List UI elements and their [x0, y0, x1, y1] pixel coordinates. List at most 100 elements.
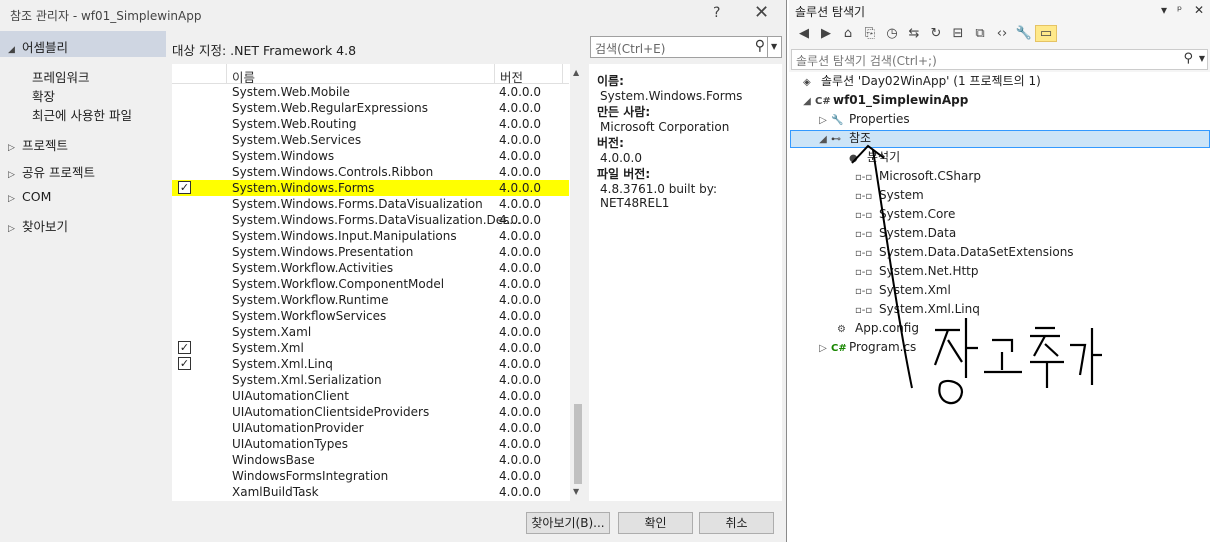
tree-solution-label: 솔루션 'Day02WinApp' (1 프로젝트의 1)	[821, 74, 1041, 88]
table-row[interactable]: System.Web.Mobile 4.0.0.0	[172, 84, 569, 100]
tree-solution[interactable]: ◈ 솔루션 'Day02WinApp' (1 프로젝트의 1)	[803, 72, 1041, 91]
tree-project[interactable]: ◢ C# wf01_SimplewinApp	[799, 91, 968, 110]
row-version: 4.0.0.0	[499, 469, 541, 483]
collapse-triangle-icon[interactable]: ◢	[815, 130, 831, 149]
nav-framework[interactable]: 프레임워크	[32, 67, 90, 86]
nav-com[interactable]: ▷ COM	[8, 189, 51, 204]
table-row[interactable]: WindowsBase 4.0.0.0	[172, 452, 569, 468]
tree-reference-item[interactable]: ▫-▫ System.Data.DataSetExtensions	[855, 243, 1074, 262]
tree-references[interactable]: ◢ ⊷ 참조	[815, 129, 871, 148]
table-row[interactable]: UIAutomationClient 4.0.0.0	[172, 388, 569, 404]
table-row[interactable]: ✓ System.Windows.Forms 4.0.0.0	[172, 180, 569, 196]
preview-selected-icon[interactable]: ▭	[1035, 25, 1057, 42]
refresh-icon[interactable]: ↻	[925, 26, 947, 41]
tree-project-label: wf01_SimplewinApp	[833, 93, 969, 107]
tree-properties-label: Properties	[849, 112, 910, 126]
tree-program-cs[interactable]: ▷ C# Program.cs	[815, 338, 916, 357]
chevron-down-icon[interactable]: ▾	[1161, 3, 1167, 17]
tree-reference-item[interactable]: ▫-▫ System	[855, 186, 924, 205]
table-row[interactable]: ✓ System.Xml 4.0.0.0	[172, 340, 569, 356]
table-row[interactable]: System.Windows 4.0.0.0	[172, 148, 569, 164]
close-icon[interactable]: ✕	[754, 2, 769, 23]
row-name: UIAutomationTypes	[232, 437, 349, 451]
code-view-icon[interactable]: ‹›	[991, 26, 1013, 41]
tree-reference-item[interactable]: ▫-▫ System.Xml	[855, 281, 951, 300]
solution-search-input[interactable]: 솔루션 탐색기 검색(Ctrl+;) ⚲ ▼	[791, 49, 1208, 70]
tree-reference-item[interactable]: ▫-▫ System.Core	[855, 205, 955, 224]
help-icon[interactable]: ?	[713, 5, 720, 21]
tree-properties[interactable]: ▷ 🔧 Properties	[815, 110, 910, 129]
pin-icon[interactable]: ᵖ	[1177, 3, 1182, 17]
tree-reference-item[interactable]: ▫-▫ System.Net.Http	[855, 262, 979, 281]
history-icon[interactable]: ◷	[881, 26, 903, 41]
scroll-down-icon[interactable]: ▼	[573, 487, 579, 496]
forward-icon[interactable]: ▶	[815, 26, 837, 41]
analyzer-icon: ●	[849, 153, 858, 164]
table-row[interactable]: System.Workflow.Activities 4.0.0.0	[172, 260, 569, 276]
tree-reference-item[interactable]: ▫-▫ System.Data	[855, 224, 956, 243]
row-checkbox[interactable]: ✓	[178, 357, 191, 370]
search-icon[interactable]: ⚲	[755, 38, 765, 54]
switch-views-icon[interactable]: ⎘	[859, 26, 881, 41]
solution-explorer-toolbar: ◀ ▶ ⌂ ⎘ ◷ ⇆ ↻ ⊟ ⧉ ‹› 🔧 ▭	[789, 22, 1210, 48]
scroll-thumb[interactable]	[574, 404, 582, 484]
table-row[interactable]: System.Web.RegularExpressions 4.0.0.0	[172, 100, 569, 116]
table-row[interactable]: System.Xaml 4.0.0.0	[172, 324, 569, 340]
row-version: 4.0.0.0	[499, 373, 541, 387]
row-version: 4.0.0.0	[499, 245, 541, 259]
table-row[interactable]: System.Web.Routing 4.0.0.0	[172, 116, 569, 132]
nav-projects[interactable]: ▷ 프로젝트	[8, 135, 68, 154]
table-row[interactable]: System.Xml.Serialization 4.0.0.0	[172, 372, 569, 388]
nav-browse[interactable]: ▷ 찾아보기	[8, 216, 68, 235]
table-row[interactable]: System.Windows.Forms.DataVisualization 4.…	[172, 196, 569, 212]
row-version: 4.0.0.0	[499, 309, 541, 323]
collapse-all-icon[interactable]: ⊟	[947, 26, 969, 41]
row-version: 4.0.0.0	[499, 405, 541, 419]
close-icon[interactable]: ✕	[1194, 3, 1204, 17]
table-row[interactable]: System.Web.Services 4.0.0.0	[172, 132, 569, 148]
table-row[interactable]: UIAutomationTypes 4.0.0.0	[172, 436, 569, 452]
table-row[interactable]: UIAutomationClientsideProviders 4.0.0.0	[172, 404, 569, 420]
vertical-scrollbar[interactable]: ▲ ▼	[570, 64, 585, 501]
reference-icon: ▫-▫	[855, 286, 873, 297]
ok-button[interactable]: 확인	[618, 512, 693, 534]
table-row[interactable]: System.Workflow.ComponentModel 4.0.0.0	[172, 276, 569, 292]
browse-button[interactable]: 찾아보기(B)...	[526, 512, 610, 534]
nav-recent[interactable]: 최근에 사용한 파일	[32, 105, 132, 124]
table-row[interactable]: System.WorkflowServices 4.0.0.0	[172, 308, 569, 324]
table-row[interactable]: System.Windows.Controls.Ribbon 4.0.0.0	[172, 164, 569, 180]
expand-triangle-icon[interactable]: ▷	[815, 339, 831, 358]
table-row[interactable]: ✓ System.Xml.Linq 4.0.0.0	[172, 356, 569, 372]
table-row[interactable]: System.Windows.Input.Manipulations 4.0.0.…	[172, 228, 569, 244]
table-row[interactable]: UIAutomationProvider 4.0.0.0	[172, 420, 569, 436]
table-row[interactable]: WindowsFormsIntegration 4.0.0.0	[172, 468, 569, 484]
tree-reference-item[interactable]: ▫-▫ System.Xml.Linq	[855, 300, 980, 319]
cancel-button[interactable]: 취소	[699, 512, 774, 534]
row-checkbox[interactable]: ✓	[178, 341, 191, 354]
table-row[interactable]: XamlBuildTask 4.0.0.0	[172, 484, 569, 500]
back-icon[interactable]: ◀	[793, 26, 815, 41]
collapse-triangle-icon[interactable]: ◢	[799, 92, 815, 111]
scroll-up-icon[interactable]: ▲	[573, 68, 579, 77]
nav-extensions[interactable]: 확장	[32, 86, 55, 105]
show-all-files-icon[interactable]: ⧉	[969, 26, 991, 41]
row-name: System.Windows.Controls.Ribbon	[232, 165, 434, 179]
chevron-down-icon[interactable]: ▼	[767, 37, 781, 57]
nav-assemblies[interactable]: ◢ 어셈블리	[0, 31, 166, 57]
properties-wrench-icon[interactable]: 🔧	[1013, 26, 1035, 41]
search-icon[interactable]: ⚲	[1183, 51, 1193, 66]
row-checkbox[interactable]: ✓	[178, 181, 191, 194]
tree-app-config[interactable]: ⚙ App.config	[837, 319, 919, 338]
table-row[interactable]: System.Workflow.Runtime 4.0.0.0	[172, 292, 569, 308]
reference-manager-dialog: 참조 관리자 - wf01_SimplewinApp ? ✕ ◢ 어셈블리 프레임…	[0, 0, 787, 542]
home-icon[interactable]: ⌂	[837, 26, 859, 41]
tree-analyzers[interactable]: ● 분석기	[849, 148, 900, 167]
search-input[interactable]: 검색(Ctrl+E) ⚲ ▼	[590, 36, 782, 58]
table-row[interactable]: System.Windows.Presentation 4.0.0.0	[172, 244, 569, 260]
table-row[interactable]: System.Windows.Forms.DataVisualization.D…	[172, 212, 569, 228]
sync-icon[interactable]: ⇆	[903, 26, 925, 41]
expand-triangle-icon[interactable]: ▷	[815, 111, 831, 130]
tree-reference-item[interactable]: ▫-▫ Microsoft.CSharp	[855, 167, 981, 186]
nav-shared-projects[interactable]: ▷ 공유 프로젝트	[8, 162, 95, 181]
chevron-down-icon[interactable]: ▼	[1199, 54, 1205, 63]
